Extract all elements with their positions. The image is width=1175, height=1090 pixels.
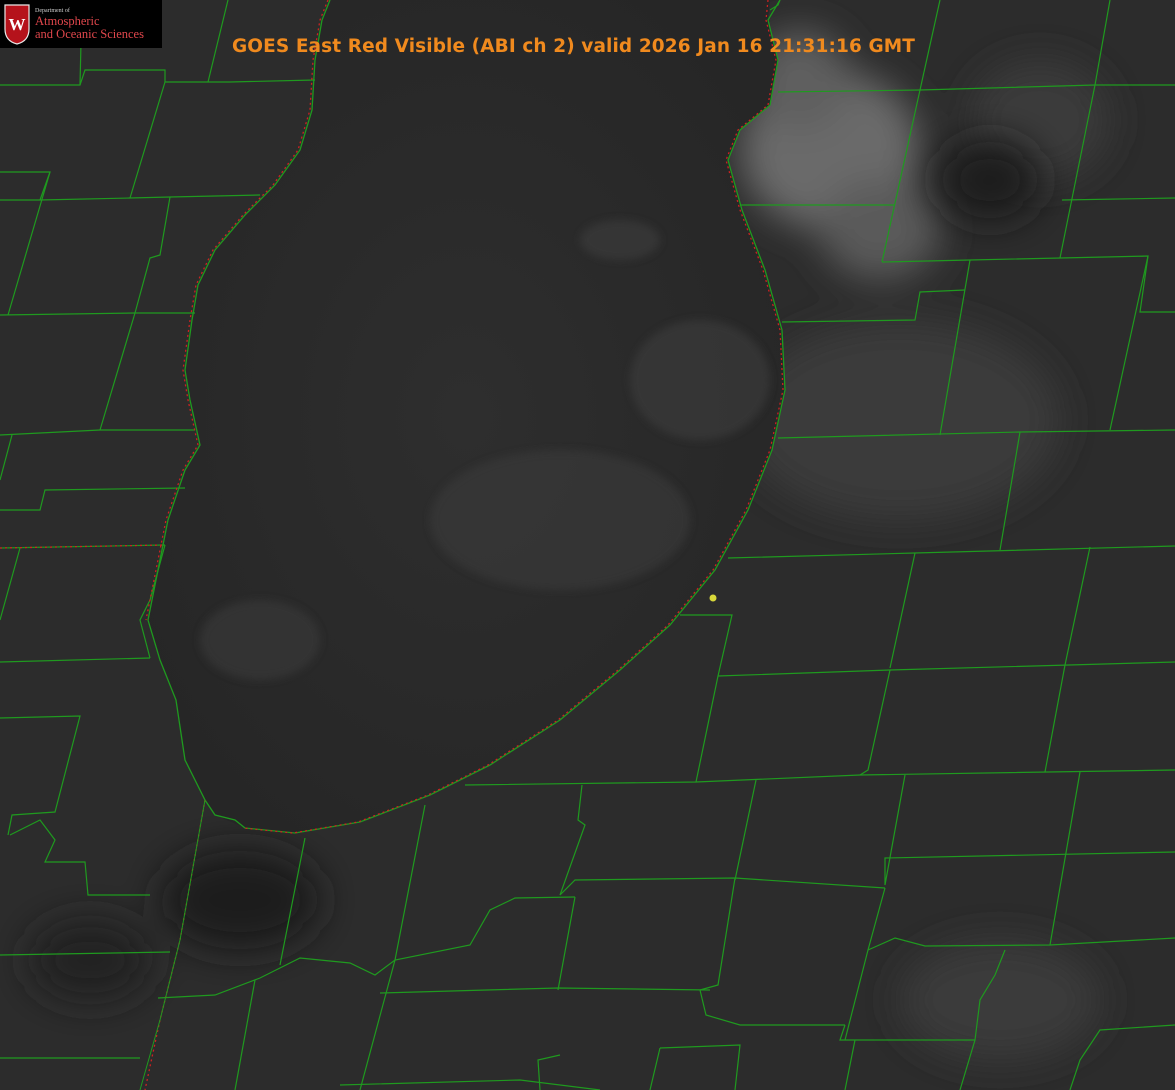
- uw-seal-icon: W: [4, 4, 30, 45]
- satellite-image-viewer: W Department of Atmospheric and Oceanic …: [0, 0, 1175, 1090]
- logo-name-line1: Atmospheric: [35, 14, 100, 28]
- svg-text:W: W: [9, 15, 26, 34]
- logo-name-line2: and Oceanic Sciences: [35, 27, 144, 41]
- uw-aos-logo: W Department of Atmospheric and Oceanic …: [0, 0, 162, 48]
- station-marker: [709, 594, 717, 602]
- image-title: GOES East Red Visible (ABI ch 2) valid 2…: [232, 36, 915, 57]
- satellite-map: [0, 0, 1175, 1090]
